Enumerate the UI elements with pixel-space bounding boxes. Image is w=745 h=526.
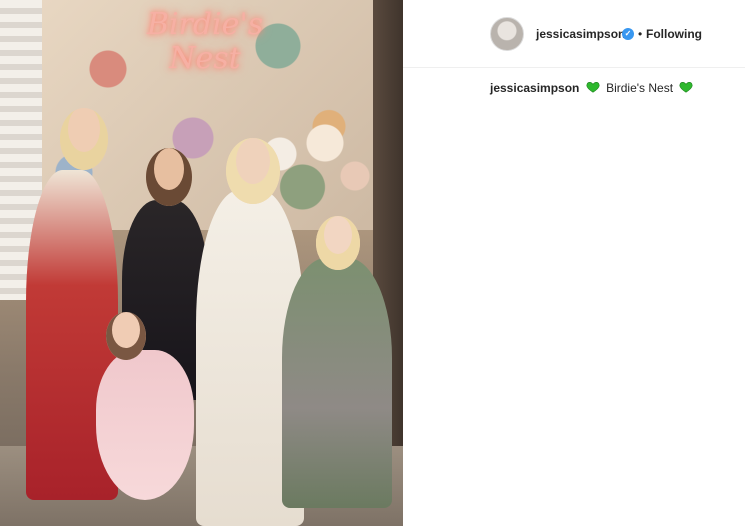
neon-sign-line-1: Birdie's (146, 7, 264, 42)
green-heart-icon (679, 82, 693, 93)
post-header: jessicasimpson ✓ • Following (403, 0, 745, 68)
following-button[interactable]: Following (646, 27, 702, 41)
caption-text: Birdie's Nest (606, 81, 674, 95)
verified-badge-icon: ✓ (622, 28, 634, 40)
header-username[interactable]: jessicasimpson (536, 27, 625, 41)
separator-dot: • (638, 27, 643, 41)
girl-floral-dress (282, 258, 392, 508)
person-red-dress-head (60, 108, 108, 170)
girl-pink-tutu (96, 350, 194, 500)
neon-sign-line-2: Nest (169, 41, 241, 76)
avatar[interactable] (490, 17, 524, 51)
green-heart-icon (586, 82, 600, 93)
person-white-gown-head (226, 138, 280, 204)
caption: jessicasimpson Birdie's Nest (490, 80, 740, 96)
girl-floral-dress-head (316, 216, 360, 270)
person-black-jacket-head (146, 148, 192, 206)
post-image[interactable]: Birdie's Nest (0, 0, 403, 526)
girl-pink-tutu-head (106, 312, 146, 360)
neon-sign: Birdie's Nest (140, 8, 270, 86)
caption-username[interactable]: jessicasimpson (490, 81, 579, 95)
